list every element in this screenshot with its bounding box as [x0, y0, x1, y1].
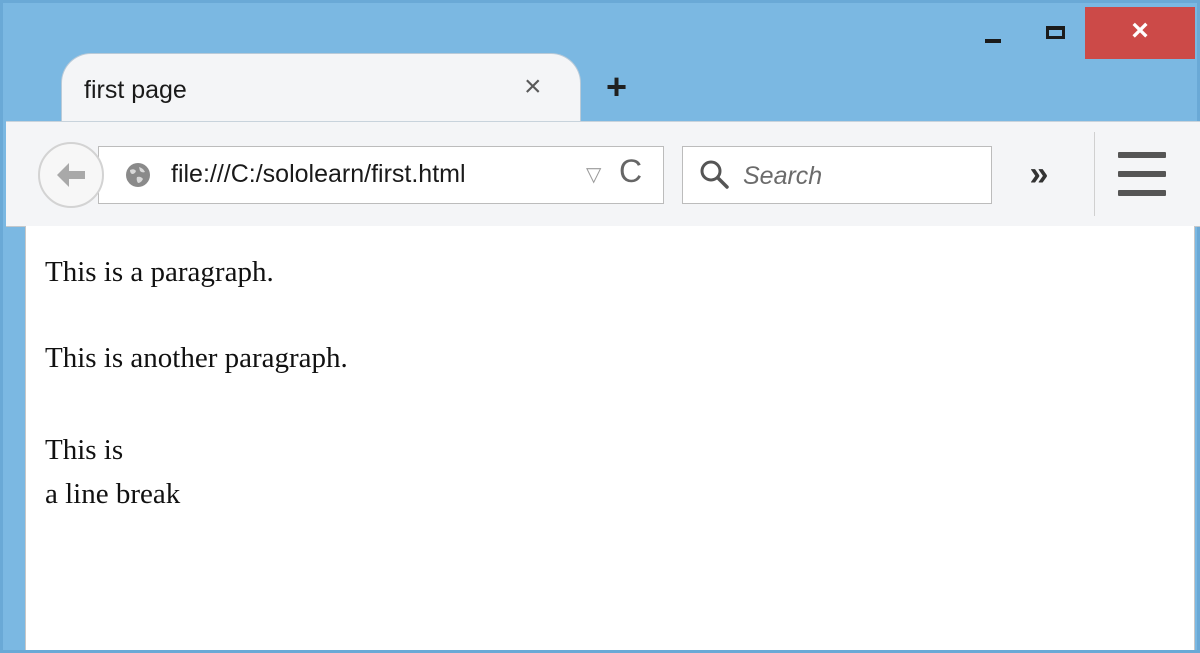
minimize-icon — [985, 39, 1001, 43]
hamburger-icon[interactable] — [1118, 152, 1166, 196]
url-bar[interactable]: file:///C:/sololearn/first.html ▽ C — [98, 146, 664, 204]
toolbar-divider — [1094, 132, 1095, 216]
paragraph-3: This is a line break — [45, 428, 180, 516]
paragraph-2: This is another paragraph. — [45, 342, 348, 374]
url-dropdown-icon[interactable]: ▽ — [586, 162, 601, 187]
tab-title: first page — [84, 76, 187, 104]
page-content: This is a paragraph. This is another par… — [25, 226, 1195, 650]
search-icon — [700, 160, 729, 189]
menu-line — [1118, 190, 1166, 196]
globe-icon — [126, 163, 150, 187]
maximize-button[interactable] — [1025, 9, 1085, 55]
back-button[interactable] — [38, 142, 104, 208]
overflow-chevron-button[interactable]: » — [1014, 144, 1064, 204]
search-bar[interactable] — [682, 146, 992, 204]
maximize-icon — [1045, 25, 1065, 39]
close-icon: × — [1131, 14, 1149, 47]
browser-window: × first page × + file:///C:/sololearn/fi… — [0, 0, 1200, 653]
tab-first-page[interactable]: first page × — [61, 53, 581, 127]
new-tab-button[interactable]: + — [606, 69, 627, 105]
tab-close-icon[interactable]: × — [524, 72, 542, 102]
search-input[interactable] — [741, 157, 985, 195]
navigation-toolbar: file:///C:/sololearn/first.html ▽ C » — [6, 121, 1200, 227]
paragraph-1: This is a paragraph. — [45, 256, 274, 288]
menu-line — [1118, 152, 1166, 158]
minimize-button[interactable] — [961, 9, 1025, 55]
close-window-button[interactable]: × — [1085, 7, 1195, 59]
url-text: file:///C:/sololearn/first.html — [171, 160, 466, 188]
menu-line — [1118, 171, 1166, 177]
paragraph-3-line-1: This is — [45, 434, 124, 466]
arrow-left-icon — [57, 163, 85, 187]
paragraph-3-line-2: a line break — [45, 478, 181, 510]
reload-icon[interactable]: C — [619, 155, 642, 187]
